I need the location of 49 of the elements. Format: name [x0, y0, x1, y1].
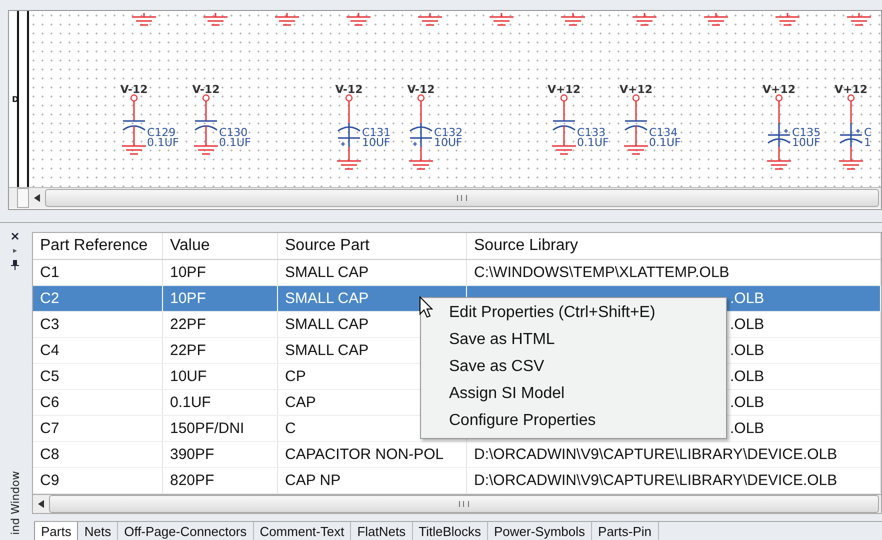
table-cell: C4 — [33, 338, 163, 363]
part-value: 10UF — [792, 136, 820, 149]
table-cell: 820PF — [163, 468, 278, 493]
part-value: 0.1UF — [219, 136, 251, 149]
part-reference: C132 — [434, 126, 463, 139]
table-cell: C:\WINDOWS\TEMP\XLATTEMP.OLB — [467, 260, 881, 285]
table-cell: C9 — [33, 468, 163, 493]
part-reference: C129 — [147, 126, 176, 139]
table-cell: C5 — [33, 364, 163, 389]
table-cell: CAPACITOR NON-POL — [278, 442, 467, 467]
table-cell: C6 — [33, 390, 163, 415]
part-reference: C — [864, 126, 872, 139]
net-label: V+12 — [619, 83, 653, 96]
part-value: 0.1UF — [577, 136, 609, 149]
table-cell: 10UF — [163, 364, 278, 389]
table-cell: 0.1UF — [163, 390, 278, 415]
net-label: V+12 — [834, 83, 868, 96]
table-cell: C3 — [33, 312, 163, 337]
table-cell: SMALL CAP — [278, 260, 467, 285]
net-label: V-12 — [120, 83, 148, 96]
table-cell: 22PF — [163, 338, 278, 363]
part-value: 1 — [864, 136, 871, 149]
part-value: 10UF — [434, 136, 462, 149]
part-reference: C135 — [792, 126, 821, 139]
panel-title: ind Window — [9, 471, 22, 535]
table-cell: C7 — [33, 416, 163, 441]
net-label: V-12 — [192, 83, 220, 96]
table-cell: C8 — [33, 442, 163, 467]
table-cell: D:\ORCADWIN\V9\CAPTURE\LIBRARY\DEVICE.OLB — [467, 442, 881, 467]
table-cell: CAP NP — [278, 468, 467, 493]
part-value: 0.1UF — [147, 136, 179, 149]
table-cell: 150PF/DNI — [163, 416, 278, 441]
table-cell: C2 — [33, 286, 163, 311]
net-label: V-12 — [407, 83, 435, 96]
part-value: 0.1UF — [649, 136, 681, 149]
part-value: 10UF — [362, 136, 390, 149]
part-reference: C134 — [649, 126, 678, 139]
part-reference: C131 — [362, 126, 391, 139]
table-cell: D:\ORCADWIN\V9\CAPTURE\LIBRARY\DEVICE.OLB — [467, 468, 881, 493]
part-reference: C130 — [219, 126, 248, 139]
net-label: V-12 — [335, 83, 363, 96]
table-cell: 390PF — [163, 442, 278, 467]
table-cell: C1 — [33, 260, 163, 285]
net-label: V+12 — [547, 83, 581, 96]
table-cell: 22PF — [163, 312, 278, 337]
table-cell: 10PF — [163, 260, 278, 285]
table-cell: 10PF — [163, 286, 278, 311]
part-reference: C133 — [577, 126, 606, 139]
net-label: V+12 — [762, 83, 796, 96]
